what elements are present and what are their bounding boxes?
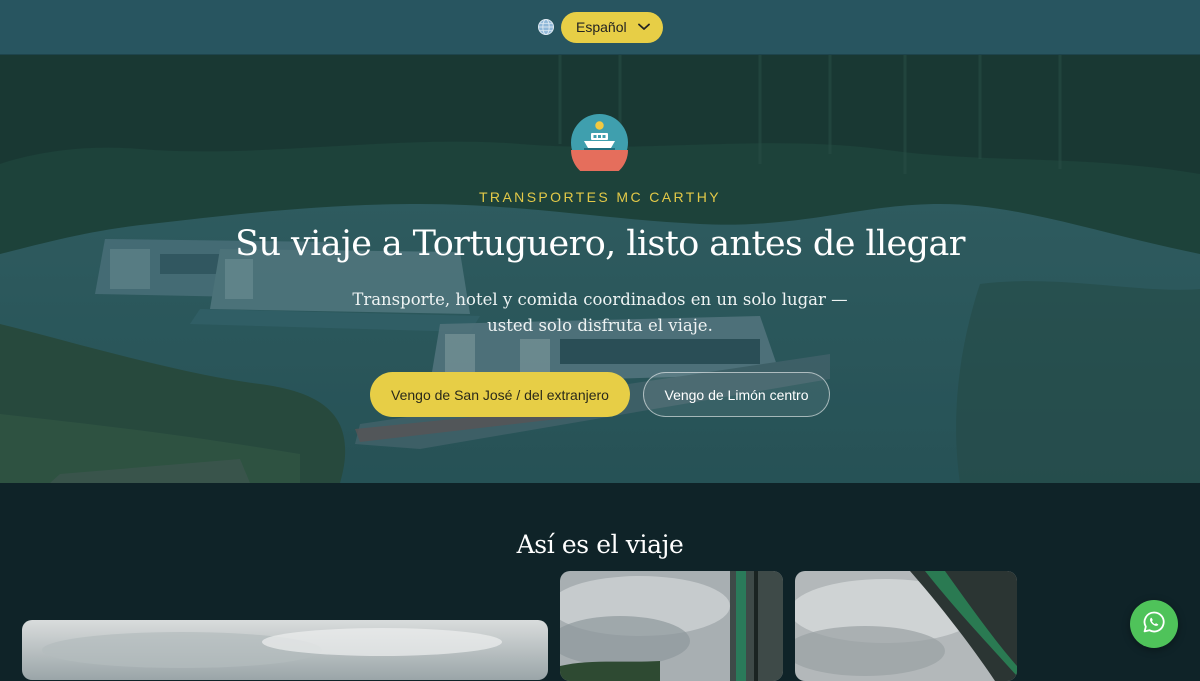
- gallery-photo[interactable]: [795, 571, 1017, 681]
- chevron-down-icon: [638, 23, 650, 31]
- whatsapp-button[interactable]: [1130, 600, 1178, 648]
- gallery-photo[interactable]: [560, 571, 783, 681]
- gallery-title: Así es el viaje: [516, 530, 684, 559]
- whatsapp-icon: [1142, 610, 1166, 639]
- globe-icon: [537, 18, 555, 36]
- top-bar: Español: [0, 0, 1200, 55]
- from-limon-button[interactable]: Vengo de Limón centro: [643, 372, 830, 417]
- hero-section: TRANSPORTES MC CARTHY Su viaje a Tortugu…: [0, 54, 1200, 483]
- gallery-photo[interactable]: [22, 620, 548, 680]
- from-san-jose-button[interactable]: Vengo de San José / del extranjero: [370, 372, 630, 417]
- language-select-value: Español: [576, 19, 627, 35]
- language-select[interactable]: Español: [561, 11, 663, 43]
- hero-headline: Su viaje a Tortuguero, listo antes de ll…: [235, 224, 965, 264]
- hero-content: TRANSPORTES MC CARTHY Su viaje a Tortugu…: [0, 54, 1200, 483]
- boat-sun-logo: [571, 114, 628, 179]
- hero-subtitle: Transporte, hotel y comida coordinados e…: [352, 290, 848, 335]
- brand-name: TRANSPORTES MC CARTHY: [478, 189, 722, 205]
